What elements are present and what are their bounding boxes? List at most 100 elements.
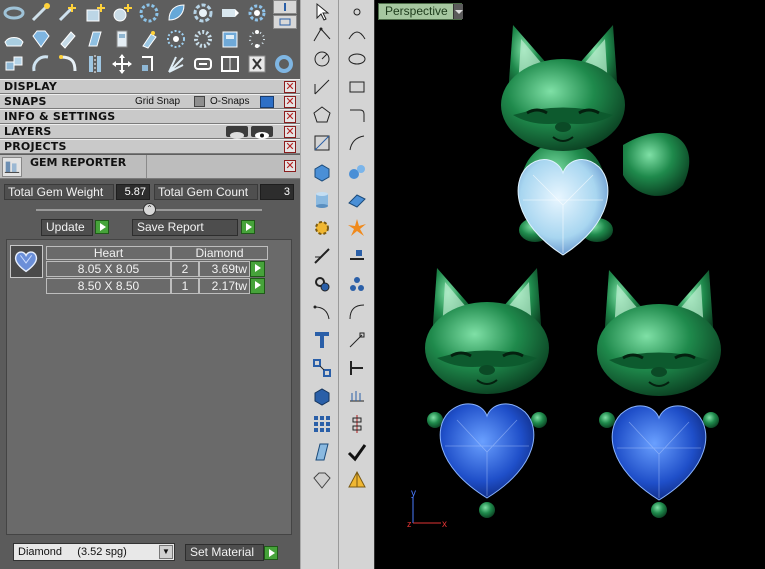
burst-solid-icon[interactable] bbox=[344, 216, 370, 240]
checkmark-icon[interactable] bbox=[344, 440, 370, 464]
view-selector[interactable]: Perspective bbox=[378, 3, 463, 20]
bend-icon[interactable] bbox=[135, 26, 162, 52]
rectangle-tool-icon[interactable] bbox=[344, 75, 370, 99]
polygon-tool-icon[interactable] bbox=[309, 103, 335, 127]
eye-icon[interactable] bbox=[251, 126, 273, 139]
polyline-icon[interactable] bbox=[309, 22, 335, 46]
arc-icon[interactable] bbox=[27, 51, 54, 77]
grid-snap-toggle[interactable] bbox=[194, 96, 205, 107]
gear-solid-icon[interactable] bbox=[309, 216, 335, 240]
mirror-icon[interactable] bbox=[81, 51, 108, 77]
close-icon[interactable]: ✕ bbox=[284, 81, 296, 93]
display-section-header[interactable]: DISPLAY ✕ bbox=[0, 79, 300, 94]
point-icon[interactable] bbox=[344, 0, 370, 24]
fillet-icon[interactable] bbox=[309, 300, 335, 324]
cubes-icon[interactable] bbox=[0, 51, 27, 77]
ellipse-tool-icon[interactable] bbox=[344, 22, 370, 46]
text-tool-icon[interactable] bbox=[309, 328, 335, 352]
update-play-icon[interactable] bbox=[95, 220, 109, 234]
plane-surface-icon[interactable] bbox=[344, 188, 370, 212]
link-icon[interactable] bbox=[189, 51, 216, 77]
grid-array-icon[interactable] bbox=[309, 412, 335, 436]
pen-tool-icon[interactable] bbox=[216, 0, 243, 26]
set-material-button[interactable]: Set Material bbox=[185, 544, 264, 561]
boolean-icon[interactable] bbox=[309, 272, 335, 296]
diamond-icon[interactable] bbox=[27, 26, 54, 52]
surface-icon[interactable] bbox=[0, 26, 27, 52]
snaps-section-header[interactable]: SNAPS Grid Snap O-Snaps ✕ bbox=[0, 94, 300, 109]
leaf-icon[interactable] bbox=[162, 0, 189, 26]
layers-section-header[interactable]: LAYERS ✕ bbox=[0, 124, 300, 139]
pipe-icon[interactable] bbox=[344, 356, 370, 380]
layer-visibility-icon[interactable] bbox=[226, 126, 248, 139]
align-icon[interactable] bbox=[344, 412, 370, 436]
door-icon[interactable] bbox=[108, 26, 135, 52]
dots-ring-icon[interactable] bbox=[189, 26, 216, 52]
close-icon[interactable]: ✕ bbox=[284, 126, 296, 138]
gem-solid-icon[interactable] bbox=[309, 468, 335, 492]
spheres-icon[interactable] bbox=[344, 160, 370, 184]
add-stone-icon[interactable] bbox=[108, 0, 135, 26]
scissors-icon[interactable] bbox=[243, 51, 270, 77]
flask-icon[interactable] bbox=[216, 26, 243, 52]
burst-icon[interactable] bbox=[162, 51, 189, 77]
circle-tool-icon[interactable] bbox=[309, 47, 335, 71]
info-section-header[interactable]: INFO & SETTINGS ✕ bbox=[0, 109, 300, 124]
save-report-play-icon[interactable] bbox=[241, 220, 255, 234]
heart-gem-thumbnail[interactable] bbox=[10, 245, 43, 278]
cutter-icon[interactable] bbox=[81, 26, 108, 52]
extrude-icon[interactable] bbox=[309, 244, 335, 268]
table-row[interactable]: 8.05 X 8.05 2 3.69tw bbox=[46, 261, 268, 277]
projects-section-header[interactable]: PROJECTS ✕ bbox=[0, 139, 300, 154]
move-icon[interactable] bbox=[108, 51, 135, 77]
table-row[interactable]: 8.50 X 8.50 1 2.17tw bbox=[46, 278, 268, 294]
arc-tool-icon[interactable] bbox=[344, 300, 370, 324]
trim-curve-icon[interactable] bbox=[344, 131, 370, 155]
chain-icon[interactable] bbox=[216, 51, 243, 77]
array-icon[interactable] bbox=[344, 384, 370, 408]
close-icon[interactable]: ✕ bbox=[284, 96, 296, 108]
sweep-icon[interactable] bbox=[54, 26, 81, 52]
row-play-icon[interactable] bbox=[250, 278, 265, 294]
info-toggle-icon[interactable] bbox=[273, 0, 297, 14]
cone-icon[interactable] bbox=[344, 468, 370, 492]
scale-icon[interactable] bbox=[135, 51, 162, 77]
add-grid-icon[interactable] bbox=[81, 0, 108, 26]
chevron-down-icon[interactable] bbox=[453, 4, 463, 19]
oval-tool-icon[interactable] bbox=[344, 47, 370, 71]
taper-icon[interactable] bbox=[309, 440, 335, 464]
close-icon[interactable]: ✕ bbox=[284, 141, 296, 153]
torus-icon[interactable] bbox=[270, 51, 297, 77]
curve-icon[interactable] bbox=[54, 51, 81, 77]
grid-snap-label[interactable]: Grid Snap bbox=[135, 96, 180, 107]
cog-icon[interactable] bbox=[243, 0, 270, 26]
close-icon[interactable]: ✕ bbox=[284, 160, 296, 172]
o-snaps-toggle[interactable] bbox=[260, 96, 274, 108]
bead-ring-icon[interactable] bbox=[243, 26, 270, 52]
cylinder-icon[interactable] bbox=[309, 188, 335, 212]
corner-curve-icon[interactable] bbox=[344, 103, 370, 127]
chevron-down-icon[interactable]: ▼ bbox=[159, 545, 173, 559]
nodes-icon[interactable] bbox=[309, 356, 335, 380]
slider-knob-icon[interactable]: ⌃ bbox=[143, 203, 156, 216]
viewport-toggle-icon[interactable] bbox=[273, 15, 297, 29]
update-button[interactable]: Update bbox=[41, 219, 93, 236]
star-flower-icon[interactable] bbox=[162, 26, 189, 52]
close-icon[interactable]: ✕ bbox=[284, 111, 296, 123]
save-report-button[interactable]: Save Report bbox=[132, 219, 238, 236]
material-select[interactable]: Diamond (3.52 spg) ▼ bbox=[13, 543, 175, 561]
revolve-icon[interactable] bbox=[344, 244, 370, 268]
row-play-icon[interactable] bbox=[250, 261, 265, 277]
add-pen-icon[interactable] bbox=[54, 0, 81, 26]
gear-ring-icon[interactable] bbox=[135, 0, 162, 26]
offset-icon[interactable] bbox=[344, 328, 370, 352]
line-tool-icon[interactable] bbox=[309, 75, 335, 99]
wand-icon[interactable] bbox=[27, 0, 54, 26]
set-material-play-icon[interactable] bbox=[264, 546, 278, 560]
perspective-viewport[interactable]: y z x Perspective bbox=[374, 0, 765, 569]
gem-reporter-header[interactable]: GEM REPORTER ✕ bbox=[0, 155, 300, 179]
ring-icon[interactable] bbox=[0, 0, 27, 26]
edit-points-icon[interactable] bbox=[309, 131, 335, 155]
flower-icon[interactable] bbox=[189, 0, 216, 26]
cube-array-icon[interactable] bbox=[309, 384, 335, 408]
